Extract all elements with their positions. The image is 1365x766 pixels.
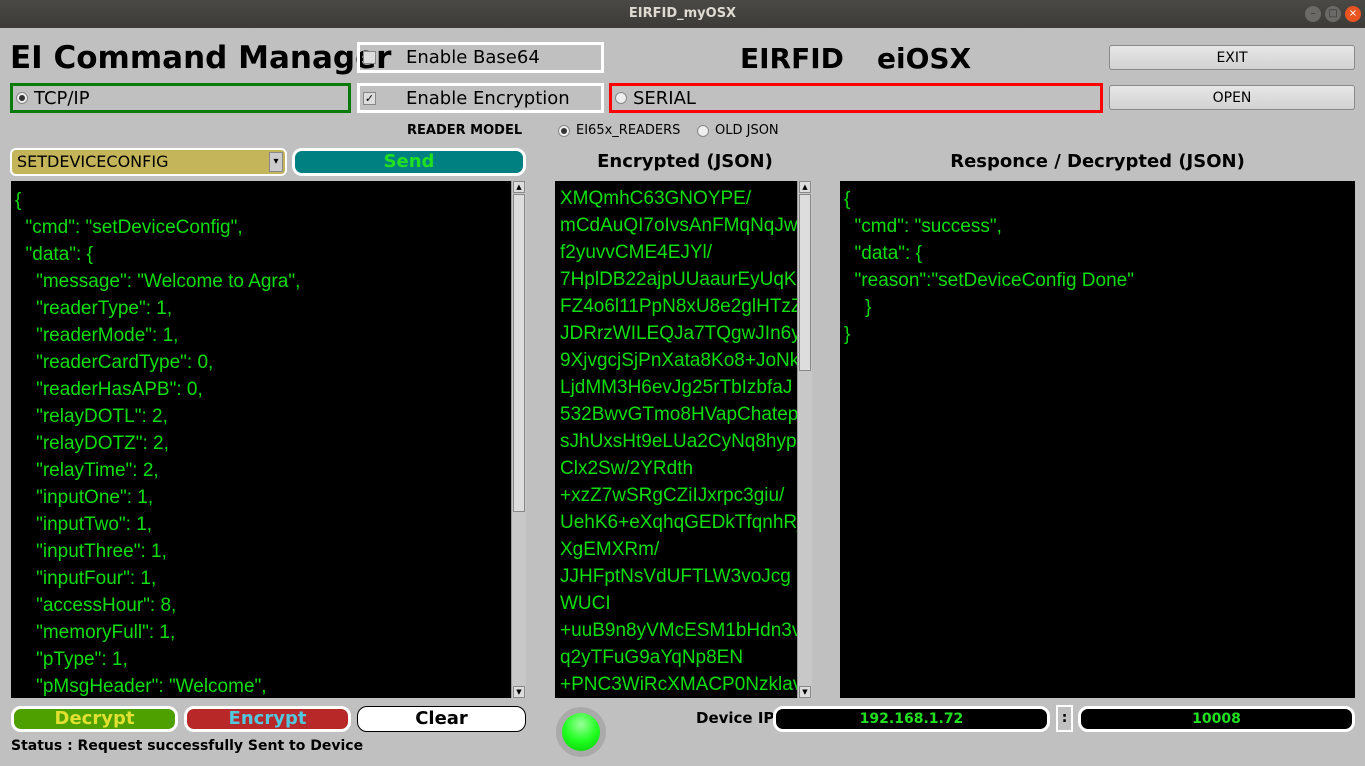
text-line: "relayDOTL": 2, bbox=[15, 406, 168, 427]
option-label: EI65x_READERS bbox=[576, 123, 681, 138]
radio-icon bbox=[558, 124, 570, 137]
text-line: "data": { bbox=[844, 243, 922, 264]
text-line: "inputTwo": 1, bbox=[15, 514, 153, 535]
option-label: OLD JSON bbox=[715, 123, 779, 138]
text-line: "reason":"setDeviceConfig Done" bbox=[844, 270, 1134, 291]
encryption-label: Enable Encryption bbox=[406, 87, 570, 109]
encrypt-button[interactable]: Encrypt bbox=[184, 706, 351, 732]
maximize-button[interactable]: □ bbox=[1325, 6, 1341, 22]
reader-model-label: READER MODEL bbox=[407, 123, 523, 138]
text-line: XgEMXRm/ bbox=[560, 539, 660, 560]
command-select-value: SETDEVICECONFIG bbox=[17, 152, 169, 171]
tcpip-label: TCP/IP bbox=[34, 87, 90, 109]
response-title: Responce / Decrypted (JSON) bbox=[950, 151, 1245, 172]
text-line: FZ4o6l11PpN8xU8e2glHTzZ bbox=[560, 296, 797, 317]
window-title: EIRFID_myOSX bbox=[628, 6, 737, 21]
app-title: EI Command Manager bbox=[10, 40, 392, 76]
encrypted-title: Encrypted (JSON) bbox=[597, 151, 773, 172]
text-line: "readerCardType": 0, bbox=[15, 352, 214, 373]
text-line: "pType": 1, bbox=[15, 649, 128, 670]
device-port-input[interactable]: 10008 bbox=[1078, 706, 1355, 732]
text-line: { bbox=[844, 189, 851, 210]
product-label: eiOSX bbox=[877, 42, 972, 75]
text-line: q2yTFuG9aYqNp8EN bbox=[560, 647, 744, 668]
text-line: XMQmhC63GNOYPE/ bbox=[560, 188, 752, 209]
text-line: mCdAuQI7oIvsAnFMqNqJw bbox=[560, 215, 797, 236]
base64-checkbox[interactable]: Enable Base64 bbox=[357, 42, 604, 73]
text-line: } bbox=[844, 297, 872, 318]
open-button[interactable]: OPEN bbox=[1109, 85, 1355, 110]
scroll-up-icon[interactable]: ▲ bbox=[799, 181, 811, 193]
text-line: LjdMM3H6evJg25rTbIzbfaJ bbox=[560, 377, 793, 398]
radio-icon bbox=[697, 124, 709, 137]
text-line: "readerHasAPB": 0, bbox=[15, 379, 203, 400]
text-line: 9XjvgcjSjPnXata8Ko8+JoNk bbox=[560, 350, 797, 371]
text-line: +PNC3WiRcXMACP0Nzklav bbox=[560, 674, 797, 695]
scroll-down-icon[interactable]: ▼ bbox=[513, 686, 525, 698]
text-line: "message": "Welcome to Agra", bbox=[15, 271, 301, 292]
command-select[interactable]: SETDEVICECONFIG ▾ bbox=[10, 148, 287, 176]
tcpip-radio[interactable]: TCP/IP bbox=[10, 83, 351, 113]
base64-check-icon bbox=[363, 51, 376, 64]
response-output[interactable]: { "cmd": "success", "data": { "reason":"… bbox=[840, 181, 1355, 698]
send-button[interactable]: Send bbox=[292, 148, 526, 176]
base64-label: Enable Base64 bbox=[406, 47, 540, 68]
text-line: UehK6+eXqhqGEDkTfqnhRj bbox=[560, 512, 797, 533]
text-line: "data": { bbox=[15, 244, 93, 265]
text-line: "memoryFull": 1, bbox=[15, 622, 176, 643]
text-line: sJhUxsHt9eLUa2CyNq8hyp bbox=[560, 431, 797, 452]
text-line: f2yuvvCME4EJYl/ bbox=[560, 242, 713, 263]
clear-button[interactable]: Clear bbox=[357, 706, 526, 732]
ip-port-separator: : bbox=[1056, 705, 1073, 732]
decrypt-button[interactable]: Decrypt bbox=[11, 706, 178, 732]
text-line: "accessHour": 8, bbox=[15, 595, 177, 616]
text-line: } bbox=[844, 324, 851, 345]
reader-option-ei65x[interactable]: EI65x_READERS bbox=[555, 123, 680, 138]
text-line: { bbox=[15, 190, 22, 211]
exit-button[interactable]: EXIT bbox=[1109, 45, 1355, 70]
text-line: Clx2Sw/2YRdth bbox=[560, 458, 694, 479]
text-line: "cmd": "success", bbox=[844, 216, 1002, 237]
minimize-button[interactable]: – bbox=[1305, 6, 1321, 22]
request-scrollbar[interactable]: ▲ ▼ bbox=[511, 181, 526, 698]
text-line: 7HplDB22ajpUUaaurEyUqK bbox=[560, 269, 797, 290]
title-bar: EIRFID_myOSX bbox=[0, 0, 1365, 28]
text-line: "inputOne": 1, bbox=[15, 487, 154, 508]
text-line: "pMsgHeader": "Welcome", bbox=[15, 676, 267, 697]
device-ip-label: Device IP bbox=[696, 709, 775, 727]
scroll-thumb[interactable] bbox=[513, 194, 525, 512]
text-line: "inputThree": 1, bbox=[15, 541, 167, 562]
encrypted-scrollbar[interactable]: ▲ ▼ bbox=[797, 181, 812, 698]
text-line: "relayTime": 2, bbox=[15, 460, 159, 481]
text-line: "readerType": 1, bbox=[15, 298, 173, 319]
device-ip-input[interactable]: 192.168.1.72 bbox=[773, 706, 1050, 732]
text-line: WUCI bbox=[560, 593, 611, 614]
connection-led-icon bbox=[556, 707, 606, 757]
text-line: JJHFptNsVdUFTLW3voJcg bbox=[560, 566, 791, 587]
chevron-down-icon[interactable]: ▾ bbox=[269, 152, 283, 172]
serial-label: SERIAL bbox=[633, 87, 696, 109]
status-text: Status : Request successfully Sent to De… bbox=[11, 738, 364, 754]
scroll-up-icon[interactable]: ▲ bbox=[513, 181, 525, 193]
reader-option-old-json[interactable]: OLD JSON bbox=[694, 123, 779, 138]
encryption-checkbox[interactable]: ✓ Enable Encryption bbox=[357, 83, 604, 113]
text-line: "relayDOTZ": 2, bbox=[15, 433, 169, 454]
text-line: "cmd": "setDeviceConfig", bbox=[15, 217, 243, 238]
encryption-check-icon: ✓ bbox=[363, 91, 376, 105]
text-line: "readerMode": 1, bbox=[15, 325, 179, 346]
close-button[interactable]: × bbox=[1345, 6, 1361, 22]
text-line: "inputFour": 1, bbox=[15, 568, 157, 589]
radio-icon bbox=[615, 92, 627, 104]
text-line: +xzZ7wSRgCZiIJxrpc3giu/ bbox=[560, 485, 785, 506]
brand-label: EIRFID bbox=[740, 42, 844, 75]
text-line: 532BwvGTmo8HVapChatep bbox=[560, 404, 797, 425]
scroll-thumb[interactable] bbox=[799, 194, 811, 371]
encrypted-output[interactable]: XMQmhC63GNOYPE/mCdAuQI7oIvsAnFMqNqJw f2yu… bbox=[555, 181, 797, 698]
radio-icon bbox=[16, 92, 28, 104]
text-line: +uuB9n8yVMcESM1bHdn3v bbox=[560, 620, 797, 641]
request-editor[interactable]: { "cmd": "setDeviceConfig", "data": { "m… bbox=[11, 181, 511, 698]
serial-radio[interactable]: SERIAL bbox=[609, 83, 1103, 113]
text-line: JDRrzWILEQJa7TQgwJIn6y bbox=[560, 323, 797, 344]
scroll-down-icon[interactable]: ▼ bbox=[799, 686, 811, 698]
